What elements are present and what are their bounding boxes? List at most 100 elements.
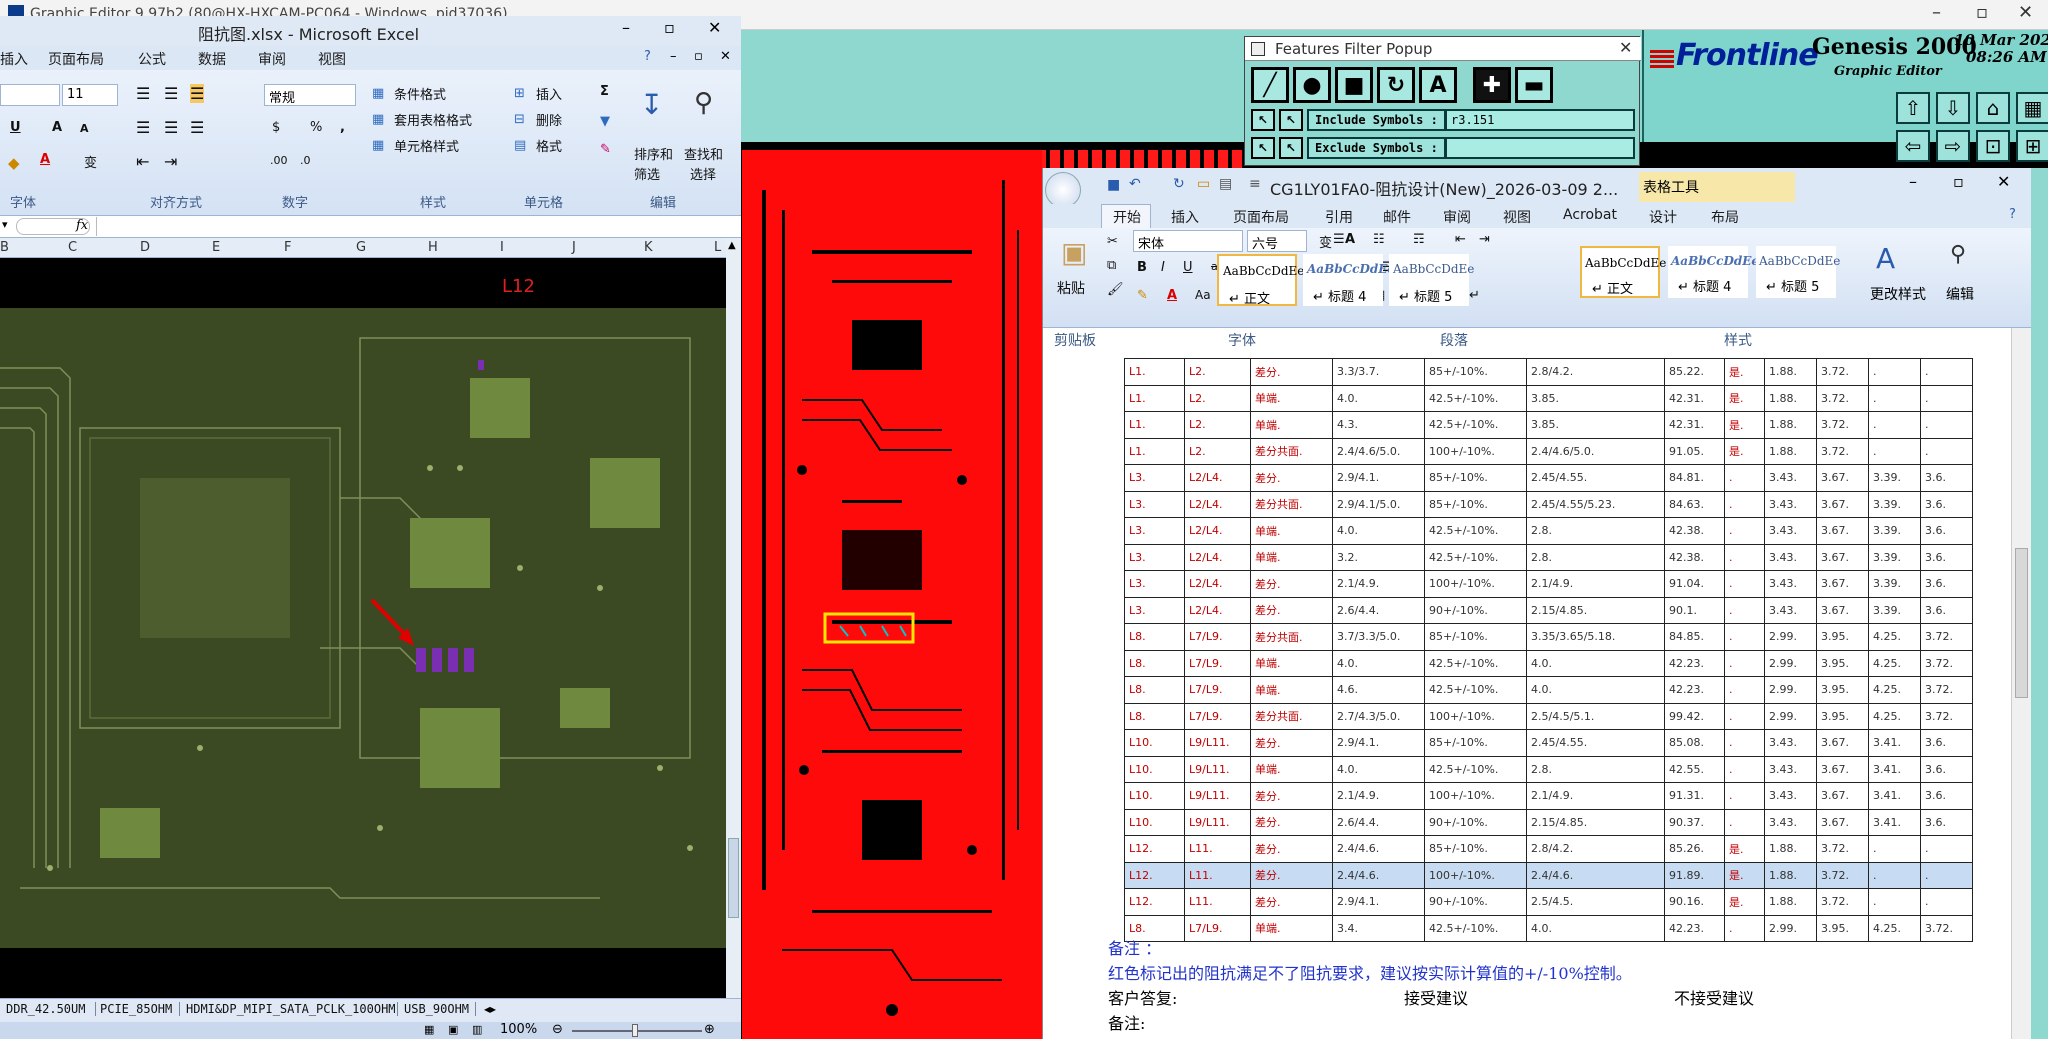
table-cell[interactable]: L8. [1124, 649, 1185, 677]
table-cell[interactable]: 3.72. [1920, 914, 1973, 942]
decrease-indent-icon[interactable]: ⇤ [136, 152, 149, 171]
tab-insert[interactable]: 插入 [1171, 207, 1199, 227]
normal-view-icon[interactable]: ▦ [424, 1023, 434, 1036]
table-row[interactable]: L1. L2. 差分共面. 2.4/4.6/5.0. 100+/-10%. 2.4/4.6… [1124, 437, 1973, 465]
table-cell[interactable]: 1.88. [1764, 835, 1817, 863]
table-cell[interactable]: L2/L4. [1184, 570, 1251, 598]
table-cell[interactable]: . [1920, 384, 1973, 412]
table-cell[interactable]: 42.5+/-10%. [1424, 649, 1527, 677]
undo-icon[interactable]: ↶ [1129, 176, 1141, 192]
table-cell[interactable]: L2/L4. [1184, 490, 1251, 518]
table-cell[interactable]: L9/L11. [1184, 755, 1251, 783]
table-cell[interactable]: . [1868, 835, 1921, 863]
name-box-dropdown-icon[interactable]: ▾ [2, 218, 8, 231]
cell-style-button[interactable]: 单元格样式 [394, 136, 459, 155]
positive-polarity-button[interactable]: ✚ [1473, 67, 1511, 103]
table-cell[interactable]: 3.39. [1868, 464, 1921, 492]
column-header[interactable]: G [356, 240, 366, 255]
table-cell[interactable]: 3.6. [1920, 782, 1973, 810]
column-header[interactable]: I [500, 240, 504, 255]
include-symbols-input[interactable]: r3.151 [1445, 109, 1635, 131]
table-cell[interactable]: 3.72. [1816, 888, 1869, 916]
table-cell[interactable]: 3.3/3.7. [1332, 358, 1425, 386]
table-row[interactable]: L3. L2/L4. 单端. 4.0. 42.5+/-10%. 2.8. 42.38.. 3.… [1124, 517, 1973, 545]
align-center-icon[interactable]: ☰ [164, 118, 178, 137]
table-cell[interactable]: 2.9/4.1. [1332, 729, 1425, 757]
table-cell[interactable]: 3.43. [1764, 490, 1817, 518]
table-cell[interactable]: 3.35/3.65/5.18. [1526, 623, 1665, 651]
table-row[interactable]: L3. L2/L4. 差分. 2.1/4.9. 100+/-10%. 2.1/4.9. 91… [1124, 570, 1973, 598]
table-cell[interactable]: L8. [1124, 623, 1185, 651]
number-format-select[interactable]: 常规 [264, 84, 356, 106]
table-cell[interactable]: 3.39. [1868, 543, 1921, 571]
table-cell[interactable]: L3. [1124, 570, 1185, 598]
table-cell[interactable]: 2.1/4.9. [1332, 782, 1425, 810]
table-cell[interactable]: 3.39. [1868, 570, 1921, 598]
table-cell[interactable]: 是. [1724, 437, 1765, 465]
table-cell[interactable]: . [1724, 543, 1765, 571]
table-cell[interactable]: . [1724, 570, 1765, 598]
exclude-pick-icon[interactable]: ↖ [1251, 137, 1275, 159]
table-cell[interactable]: 3.67. [1816, 464, 1869, 492]
table-cell[interactable]: L7/L9. [1184, 914, 1251, 942]
decrease-decimal-icon[interactable]: .0 [300, 154, 311, 167]
table-cell[interactable]: 2.9/4.1/5.0. [1332, 490, 1425, 518]
table-cell[interactable]: 2.99. [1764, 649, 1817, 677]
table-cell[interactable]: 差分. [1250, 861, 1333, 889]
table-cell[interactable]: 90.1. [1664, 596, 1725, 624]
table-cell[interactable]: L11. [1184, 861, 1251, 889]
table-cell[interactable]: 3.72. [1920, 623, 1973, 651]
table-cell[interactable]: 3.6. [1920, 729, 1973, 757]
table-row[interactable]: L8. L7/L9. 单端. 4.6. 42.5+/-10%. 4.0. 42.23.. 2.… [1124, 676, 1973, 704]
table-cell[interactable]: 4.0. [1332, 649, 1425, 677]
table-cell[interactable]: L2/L4. [1184, 596, 1251, 624]
table-cell[interactable]: L9/L11. [1184, 808, 1251, 836]
table-cell[interactable]: 3.72. [1920, 676, 1973, 704]
table-cell[interactable]: 单端. [1250, 914, 1333, 942]
table-cell[interactable]: 差分. [1250, 596, 1333, 624]
table-cell[interactable]: 2.4/4.6. [1332, 835, 1425, 863]
table-cell[interactable]: 3.95. [1816, 914, 1869, 942]
table-cell[interactable]: . [1724, 490, 1765, 518]
table-cell[interactable]: 3.6. [1920, 570, 1973, 598]
negative-polarity-button[interactable]: ▬ [1515, 67, 1553, 103]
table-cell[interactable]: 85+/-10%. [1424, 358, 1527, 386]
style-normal-box[interactable]: AaBbCcDdEe ↵ 正文 [1580, 246, 1666, 298]
find-select-button[interactable]: 查找和 [684, 144, 723, 163]
font-name-select[interactable] [0, 84, 60, 106]
align-right-icon[interactable]: ☰ [190, 118, 204, 137]
table-cell[interactable]: L2. [1184, 358, 1251, 386]
table-row[interactable]: L3. L2/L4. 单端. 3.2. 42.5+/-10%. 2.8. 42.38.. 3.… [1124, 543, 1973, 571]
table-cell[interactable]: 85.26. [1664, 835, 1725, 863]
column-header[interactable]: C [68, 240, 77, 255]
table-cell[interactable]: 单端. [1250, 411, 1333, 439]
table-row[interactable]: L3. L2/L4. 差分. 2.6/4.4. 90+/-10%. 2.15/4.85. 9… [1124, 596, 1973, 624]
exclude-clear-icon[interactable]: ↖ [1279, 137, 1303, 159]
table-cell[interactable]: 单端. [1250, 649, 1333, 677]
fill-icon[interactable]: ▼ [600, 114, 610, 129]
accept-suggestion[interactable]: 接受建议 [1404, 985, 1468, 1009]
table-cell[interactable]: . [1724, 914, 1765, 942]
table-cell[interactable]: 3.41. [1868, 755, 1921, 783]
vertical-scrollbar[interactable]: ▲ [726, 238, 741, 998]
table-row[interactable]: L8. L7/L9. 单端. 4.0. 42.5+/-10%. 4.0. 42.23.. 2.… [1124, 649, 1973, 677]
table-cell[interactable]: . [1868, 437, 1921, 465]
tab-design[interactable]: 设计 [1649, 207, 1677, 227]
table-cell[interactable]: . [1920, 437, 1973, 465]
maximize-icon[interactable]: ▫ [1953, 172, 1964, 191]
table-cell[interactable]: L10. [1124, 729, 1185, 757]
style-heading4-box[interactable]: AaBbCcDdEe ↵ 标题 4 [1668, 246, 1759, 298]
table-cell[interactable]: 3.43. [1764, 596, 1817, 624]
table-cell[interactable]: 2.8. [1526, 543, 1665, 571]
page-break-view-icon[interactable]: ▥ [472, 1023, 482, 1036]
table-cell[interactable]: L8. [1124, 702, 1185, 730]
table-row[interactable]: L12. L11. 差分. 2.4/4.6. 100+/-10%. 2.4/4.6. 91.… [1124, 861, 1973, 889]
table-cell[interactable]: 差分共面. [1250, 437, 1333, 465]
table-cell[interactable]: 3.6. [1920, 755, 1973, 783]
table-cell[interactable]: L12. [1124, 861, 1185, 889]
table-row[interactable]: L3. L2/L4. 差分共面. 2.9/4.1/5.0. 85+/-10%. 2.45/… [1124, 490, 1973, 518]
table-cell[interactable]: 3.95. [1816, 702, 1869, 730]
table-cell[interactable]: 42.38. [1664, 543, 1725, 571]
table-cell[interactable]: 99.42. [1664, 702, 1725, 730]
table-cell[interactable]: 42.5+/-10%. [1424, 543, 1527, 571]
